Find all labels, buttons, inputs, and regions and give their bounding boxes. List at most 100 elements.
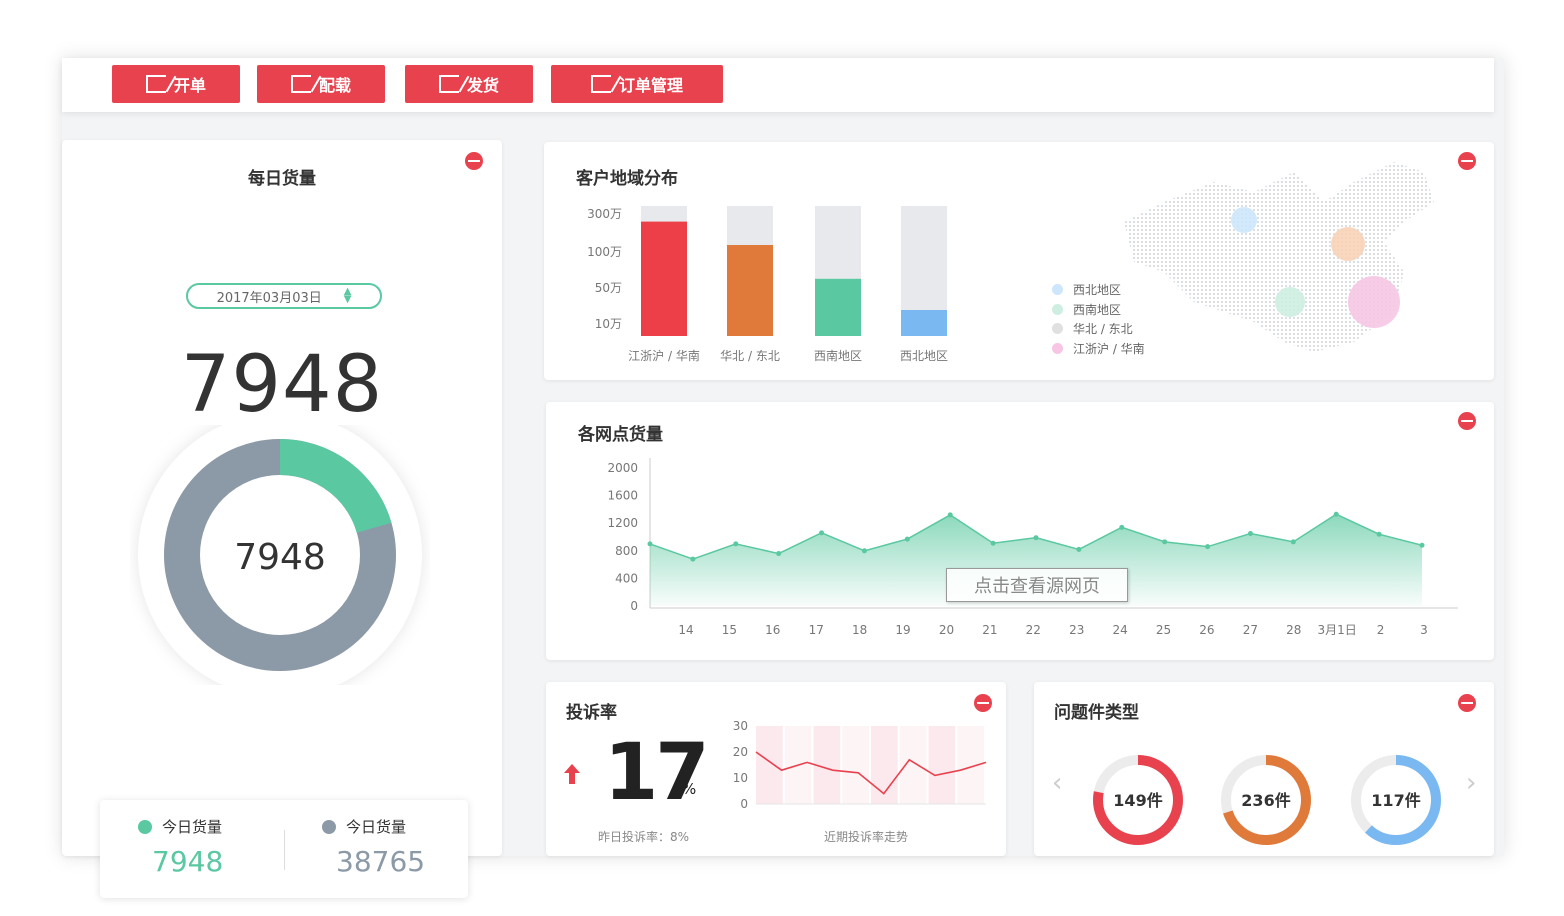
yesterday-complaint-rate: 昨日投诉率：8% bbox=[598, 830, 690, 844]
x-tick-label: 27 bbox=[1243, 623, 1258, 637]
minimize-icon[interactable] bbox=[974, 694, 992, 712]
data-point bbox=[1419, 542, 1425, 548]
y-tick-label: 100万 bbox=[587, 245, 622, 259]
complaint-card: 投诉率 17 % 昨日投诉率：8% 30 20 10 0 近期投诉率走势 bbox=[546, 682, 1006, 856]
map-bubble-northwest bbox=[1231, 207, 1257, 233]
y-tick-label: 400 bbox=[615, 571, 638, 585]
view-source-tooltip[interactable]: 点击查看源网页 bbox=[946, 568, 1128, 602]
y-tick-label: 10 bbox=[733, 771, 748, 785]
legend-item-today: 今日货量 7948 bbox=[138, 816, 223, 878]
complaint-rate-value: 17 bbox=[604, 728, 710, 818]
data-point bbox=[647, 541, 653, 547]
y-tick-label: 20 bbox=[733, 745, 748, 759]
x-tick-label: 24 bbox=[1112, 623, 1127, 637]
toolbar: 开单 配载 发货 订单管理 bbox=[62, 58, 1494, 112]
data-point bbox=[1119, 524, 1125, 530]
map-legend-item: 华北 / 东北 bbox=[1052, 319, 1145, 339]
issue-types-card: 问题件类型 ‹ › 149件 236件 117件 bbox=[1034, 682, 1494, 856]
data-point bbox=[861, 548, 867, 554]
map-legend-item: 江浙沪 / 华南 bbox=[1052, 339, 1145, 359]
ring-label: 236件 bbox=[1241, 791, 1290, 810]
y-tick-label: 300万 bbox=[587, 207, 622, 221]
edit-icon bbox=[590, 75, 611, 93]
x-tick-label: 3月1日 bbox=[1318, 623, 1357, 637]
daily-volume-title: 每日货量 bbox=[248, 169, 316, 189]
minimize-icon[interactable] bbox=[1458, 694, 1476, 712]
x-tick-label: 17 bbox=[809, 623, 824, 637]
bar bbox=[727, 245, 773, 336]
y-tick-label: 1200 bbox=[607, 516, 638, 530]
x-tick-label: 2 bbox=[1377, 623, 1385, 637]
daily-volume-value: 7948 bbox=[180, 340, 384, 430]
grid-band bbox=[756, 726, 783, 804]
x-tick-label: 15 bbox=[722, 623, 737, 637]
china-dot-map bbox=[1124, 162, 1434, 352]
data-point bbox=[819, 530, 825, 536]
x-tick-label: 26 bbox=[1199, 623, 1214, 637]
network-card: 各网点货量 2000 1600 1200 800 400 0 14 15 16 17 18 19 20 2… bbox=[546, 402, 1494, 660]
complaint-rate-unit: % bbox=[682, 780, 697, 798]
bar bbox=[901, 310, 947, 336]
x-tick-label: 21 bbox=[982, 623, 997, 637]
legend-divider bbox=[284, 830, 285, 870]
x-tick-label: 西南地区 bbox=[814, 348, 862, 363]
daily-donut-chart: 7948 bbox=[138, 425, 422, 685]
grid-band bbox=[899, 726, 927, 804]
ship-button[interactable]: 发货 bbox=[405, 65, 533, 103]
data-point bbox=[947, 512, 953, 518]
data-point bbox=[1333, 511, 1339, 517]
data-point bbox=[733, 541, 739, 547]
minimize-icon[interactable] bbox=[465, 152, 483, 170]
up-arrow-icon bbox=[564, 764, 580, 784]
issue-types-title: 问题件类型 bbox=[1054, 703, 1139, 723]
y-tick-label: 0 bbox=[740, 797, 748, 811]
grid-band bbox=[928, 726, 956, 804]
map-bubble-southwest bbox=[1275, 287, 1305, 317]
create-order-button[interactable]: 开单 bbox=[112, 65, 240, 103]
gray-dot-icon bbox=[322, 819, 336, 834]
bar bbox=[641, 221, 687, 336]
data-point bbox=[1162, 539, 1168, 545]
daily-legend: 今日货量 7948 今日货量 38765 bbox=[100, 800, 468, 898]
y-tick-label: 0 bbox=[630, 599, 638, 613]
complaint-trend-chart: 30 20 10 0 bbox=[733, 720, 987, 811]
date-select[interactable]: 2017年03月03日 ▲ ▼ bbox=[186, 283, 382, 309]
select-arrows-icon: ▲ ▼ bbox=[343, 286, 352, 305]
data-point bbox=[1033, 535, 1039, 541]
x-tick-label: 14 bbox=[678, 623, 693, 637]
x-tick-label: 华北 / 东北 bbox=[720, 349, 780, 363]
x-tick-label: 28 bbox=[1286, 623, 1301, 637]
data-point bbox=[990, 540, 996, 546]
data-point bbox=[904, 536, 910, 542]
map-legend-item: 西北地区 bbox=[1052, 280, 1145, 300]
ring-label: 117件 bbox=[1371, 791, 1420, 810]
y-tick-label: 50万 bbox=[595, 281, 622, 295]
data-point bbox=[1247, 531, 1253, 537]
donut-center-value: 7948 bbox=[234, 537, 326, 578]
green-dot-icon bbox=[138, 819, 152, 834]
minimize-icon[interactable] bbox=[1458, 152, 1476, 170]
data-point bbox=[1290, 539, 1296, 545]
loading-plan-button[interactable]: 配载 bbox=[257, 65, 385, 103]
y-tick-label: 2000 bbox=[607, 461, 638, 475]
x-tick-label: 19 bbox=[895, 623, 910, 637]
y-tick-label: 10万 bbox=[595, 317, 622, 331]
x-tick-label: 22 bbox=[1026, 623, 1041, 637]
region-bar-chart: 300万 100万 50万 10万江浙沪 / 华南 华北 / 东北 西南地区 西北地区 bbox=[587, 206, 948, 363]
edit-icon bbox=[145, 75, 166, 93]
bar bbox=[815, 278, 861, 336]
edit-icon bbox=[290, 75, 311, 93]
ring-label: 149件 bbox=[1113, 791, 1162, 810]
data-point bbox=[1076, 546, 1082, 552]
x-tick-label: 西北地区 bbox=[900, 349, 948, 363]
complaint-title: 投诉率 bbox=[566, 703, 617, 723]
network-area-chart: 200016001200800400014 15 16 17 18 19 20 21 22 23 2… bbox=[607, 458, 1458, 637]
y-tick-label: 800 bbox=[615, 544, 638, 558]
data-point bbox=[1205, 544, 1211, 550]
x-tick-label: 20 bbox=[939, 623, 954, 637]
x-tick-label: 18 bbox=[852, 623, 867, 637]
order-management-button[interactable]: 订单管理 bbox=[551, 65, 723, 103]
y-tick-label: 1600 bbox=[607, 489, 638, 503]
edit-icon bbox=[438, 75, 459, 93]
map-bubble-east bbox=[1348, 276, 1400, 328]
